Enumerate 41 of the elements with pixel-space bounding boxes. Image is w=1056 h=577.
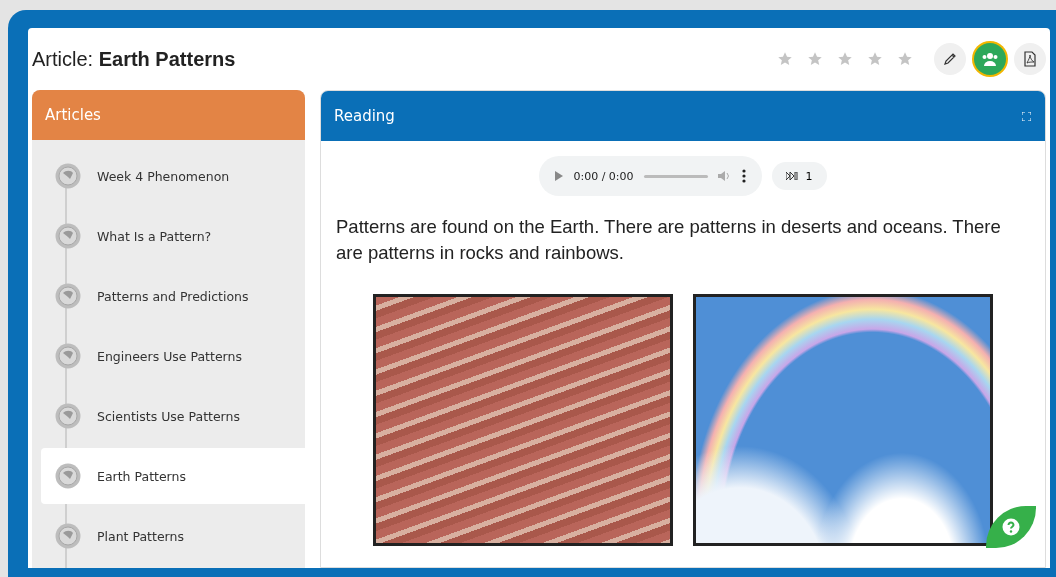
edit-button[interactable] (934, 43, 966, 75)
reading-title: Reading (334, 107, 396, 125)
article-item[interactable]: Scientists Use Patterns (41, 388, 305, 444)
star-icon[interactable] (896, 50, 914, 68)
star-icon[interactable] (866, 50, 884, 68)
play-icon[interactable] (555, 171, 564, 181)
skip-icon (785, 172, 798, 180)
help-button[interactable] (986, 506, 1036, 548)
speed-button[interactable]: 1 (771, 162, 827, 190)
article-label: Week 4 Phenomenon (97, 168, 230, 184)
more-icon[interactable] (741, 169, 746, 183)
article-label: Patterns and Predictions (97, 288, 249, 304)
article-item[interactable]: Engineers Use Patterns (41, 328, 305, 384)
article-title: Article: Earth Patterns (32, 47, 236, 71)
reading-paragraph: Patterns are found on the Earth. There are patterns in deserts and oceans. There are patterns in rocks and rainbows. (336, 215, 1002, 265)
article-label: What Is a Pattern? (97, 228, 212, 244)
article-item[interactable]: Plant Patterns (41, 508, 305, 564)
star-icon[interactable] (836, 50, 854, 68)
pencil-icon (942, 51, 958, 67)
badge-icon (55, 463, 81, 489)
article-label: Earth Patterns (97, 468, 186, 484)
article-label: Scientists Use Patterns (97, 408, 240, 424)
fullscreen-icon[interactable] (1022, 111, 1031, 121)
article-label: Plant Patterns (97, 528, 184, 544)
article-item[interactable]: Week 4 Phenomenon (41, 148, 305, 204)
help-icon (1002, 518, 1020, 536)
people-icon (981, 52, 999, 66)
audio-player[interactable]: 0:00 / 0:00 (539, 156, 762, 196)
audio-time: 0:00 / 0:00 (573, 169, 634, 183)
star-icon[interactable] (806, 50, 824, 68)
article-item[interactable]: What Is a Pattern? (41, 208, 305, 264)
panel-header: Articles (32, 90, 305, 140)
volume-icon[interactable] (717, 170, 732, 182)
article-label: Engineers Use Patterns (97, 348, 242, 364)
article-item[interactable]: Patterns and Predictions (41, 268, 305, 324)
article-item[interactable]: Earth Patterns (41, 448, 305, 504)
pdf-button[interactable] (1014, 43, 1046, 75)
star-icon[interactable] (776, 50, 794, 68)
group-button[interactable] (974, 43, 1006, 75)
pdf-file-icon (1023, 51, 1037, 67)
audio-progress-track[interactable] (643, 174, 708, 178)
